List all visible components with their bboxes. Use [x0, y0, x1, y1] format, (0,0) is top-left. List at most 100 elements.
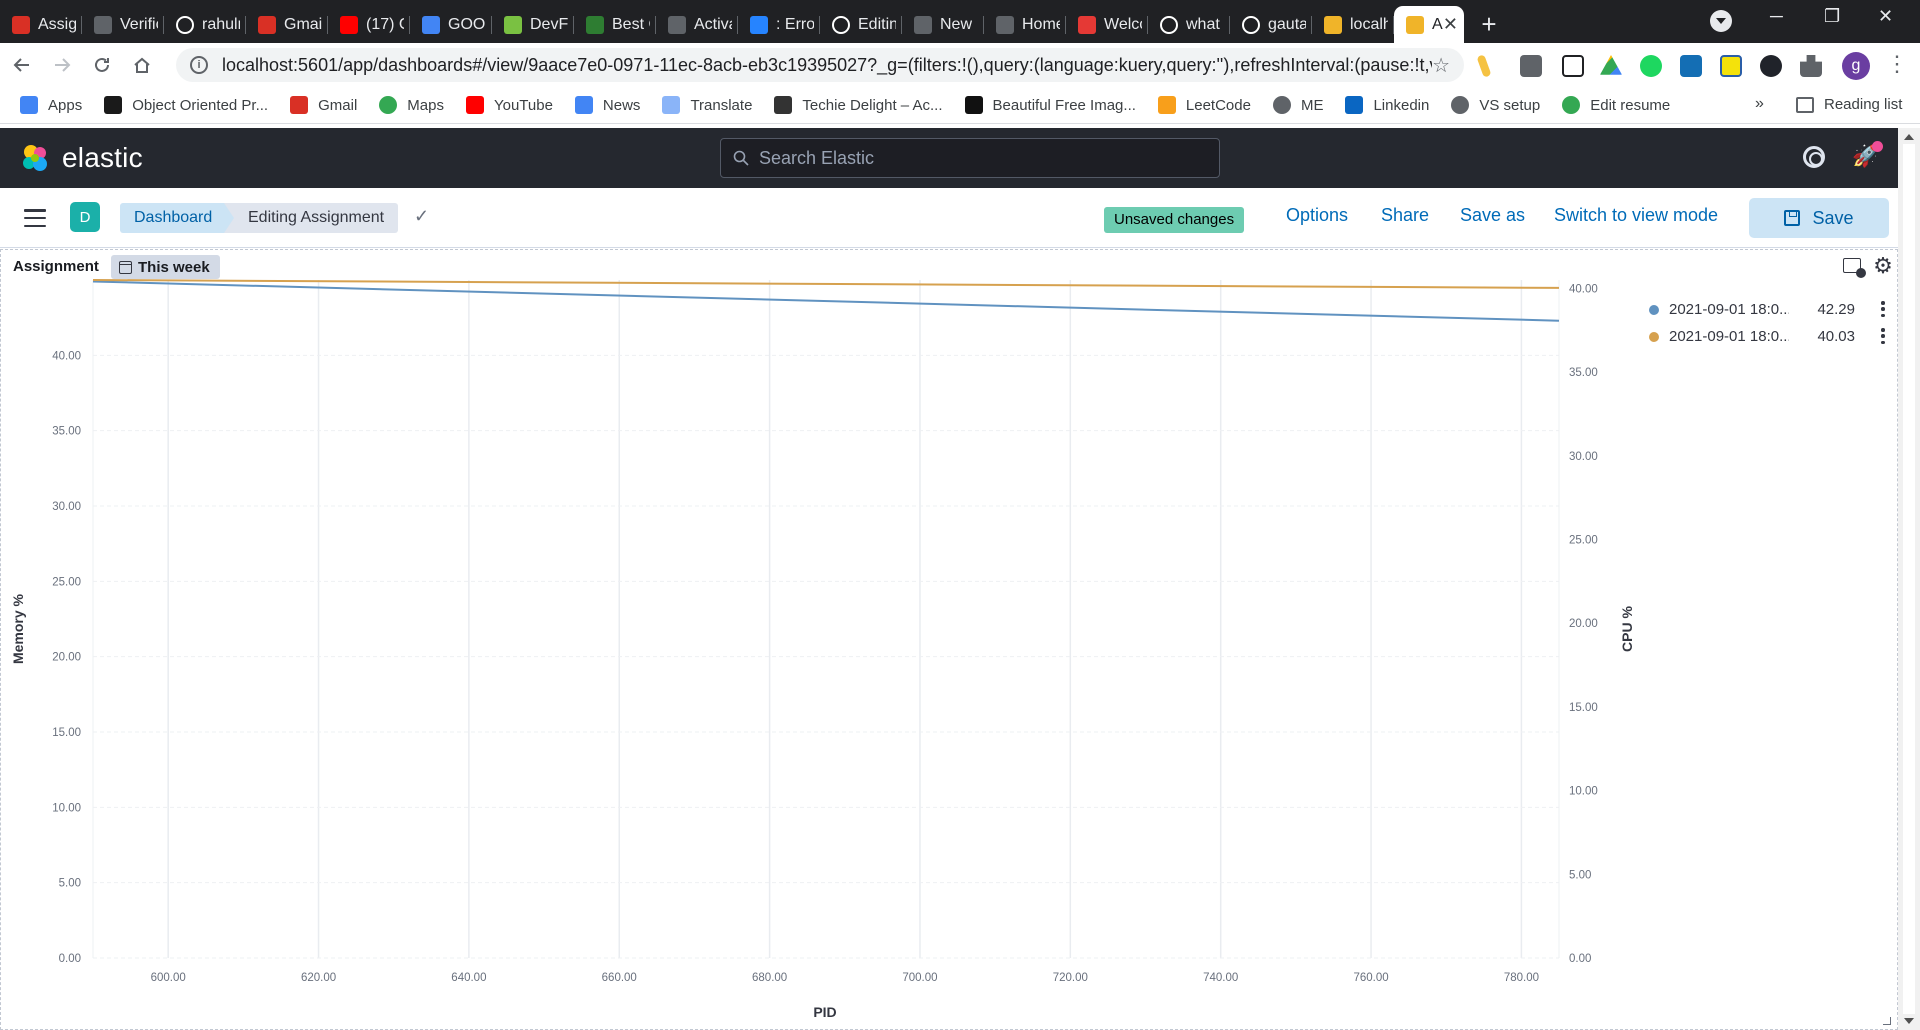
bookmark-item[interactable]: Edit resume — [1562, 96, 1670, 114]
search-input[interactable]: Search Elastic — [720, 138, 1220, 178]
extension-icon[interactable] — [1520, 55, 1542, 77]
tab-title: A — [1432, 15, 1443, 33]
browser-tab[interactable]: GOOG — [410, 6, 492, 43]
maximize-button[interactable]: ❐ — [1824, 6, 1840, 27]
page-scrollbar[interactable] — [1898, 128, 1920, 1030]
tab-list: Assign Verific rahulr Gmail (17) G GOOG DevFe B… — [0, 6, 1394, 43]
menu-icon[interactable] — [24, 209, 46, 227]
scroll-up-icon[interactable] — [1904, 134, 1914, 140]
bookmark-item[interactable]: Translate — [662, 96, 752, 114]
browser-tab[interactable]: Gmail — [246, 6, 328, 43]
tab-active[interactable]: A ✕ — [1394, 6, 1464, 43]
scroll-down-icon[interactable] — [1904, 1018, 1914, 1024]
legend-item[interactable]: 2021-09-01 18:0... 40.03 — [1647, 323, 1887, 350]
inspect-icon[interactable] — [1843, 258, 1866, 278]
legend-item[interactable]: 2021-09-01 18:0... 42.29 — [1647, 296, 1887, 323]
bookmark-label: Techie Delight – Ac... — [802, 96, 943, 114]
more-vert-icon[interactable]: ⋮ — [1886, 51, 1908, 77]
browser-tab[interactable]: what — [1148, 6, 1230, 43]
browser-tab[interactable]: Verific — [82, 6, 164, 43]
y-right-tick-label: 5.00 — [1569, 869, 1591, 881]
browser-tab[interactable]: : Error — [738, 6, 820, 43]
puzzle-icon[interactable] — [1800, 55, 1822, 77]
options-button[interactable]: Options — [1286, 205, 1348, 226]
save-button[interactable]: Save — [1749, 198, 1889, 238]
maps-pin-icon — [379, 96, 398, 114]
bookmark-item[interactable]: VS setup — [1451, 96, 1540, 114]
bookmark-label: Apps — [48, 96, 83, 114]
switch-to-view-mode-button[interactable]: Switch to view mode — [1554, 205, 1718, 226]
tab-title: what — [1186, 15, 1220, 33]
bookmark-item[interactable]: LeetCode — [1157, 96, 1251, 114]
browser-tab[interactable]: localh — [1312, 6, 1394, 43]
profile-avatar[interactable]: g — [1842, 52, 1870, 80]
browser-tab[interactable]: (17) G — [328, 6, 410, 43]
x-tick-label: 640.00 — [451, 972, 486, 984]
browser-tab[interactable]: Assign — [0, 6, 82, 43]
leaf-icon — [1562, 96, 1581, 114]
bookmark-item[interactable]: Object Oriented Pr... — [104, 96, 268, 114]
home-button[interactable] — [124, 47, 160, 83]
bookmark-item[interactable]: ME — [1272, 96, 1323, 114]
check-icon[interactable]: ✓ — [414, 206, 429, 227]
resize-handle[interactable] — [1883, 1017, 1891, 1025]
minimize-button[interactable]: ─ — [1770, 6, 1783, 27]
react-devtools-icon[interactable] — [1760, 55, 1782, 77]
back-button[interactable] — [4, 47, 40, 83]
new-tab-button[interactable]: + — [1464, 6, 1514, 43]
browser-tab[interactable]: Best C — [574, 6, 656, 43]
bookmark-item[interactable]: Maps — [379, 96, 444, 114]
amazon-icon[interactable] — [1680, 55, 1702, 77]
browser-tab[interactable]: Editin — [820, 6, 902, 43]
bookmark-label: Maps — [407, 96, 444, 114]
pencil-extension-icon[interactable] — [1476, 54, 1492, 78]
space-avatar[interactable]: D — [70, 202, 100, 232]
browser-tab[interactable]: rahulr — [164, 6, 246, 43]
elastic-logo[interactable]: elastic — [20, 142, 143, 174]
bookmark-item[interactable]: Gmail — [290, 96, 357, 114]
spotify-icon[interactable] — [1640, 55, 1662, 77]
bookmark-item[interactable]: Beautiful Free Imag... — [964, 96, 1136, 114]
window-close-button[interactable]: ✕ — [1878, 6, 1893, 27]
tab-title: Best C — [612, 15, 650, 33]
reading-list-button[interactable]: Reading list — [1796, 96, 1902, 113]
reading-list-icon — [1796, 96, 1814, 113]
url-text[interactable]: localhost:5601/app/dashboards#/view/9aac… — [222, 55, 1432, 76]
browser-tab[interactable]: DevFe — [492, 6, 574, 43]
browser-tab[interactable]: gauta — [1230, 6, 1312, 43]
window-extension-icon[interactable] — [1562, 55, 1584, 77]
drive-icon[interactable] — [1600, 55, 1622, 75]
bookmark-item[interactable]: News — [574, 96, 640, 114]
bookmark-item[interactable]: Apps — [20, 96, 82, 114]
time-range-badge[interactable]: This week — [111, 255, 220, 279]
bookmark-star-icon[interactable]: ☆ — [1432, 53, 1450, 78]
tab-search-button[interactable] — [1710, 10, 1732, 32]
browser-tab[interactable]: Welco — [1066, 6, 1148, 43]
save-label: Save — [1812, 207, 1854, 228]
newsfeed-icon[interactable]: 🚀 — [1852, 141, 1884, 169]
calendar-icon — [119, 260, 132, 274]
legend-item-menu-icon[interactable] — [1881, 328, 1885, 344]
browser-tab[interactable]: Home — [984, 6, 1066, 43]
flipkart-icon[interactable] — [1720, 55, 1742, 77]
address-bar[interactable]: i localhost:5601/app/dashboards#/view/9a… — [176, 48, 1464, 82]
help-icon[interactable] — [1803, 146, 1825, 168]
bookmarks-overflow-button[interactable]: » — [1755, 95, 1764, 113]
scrollbar-thumb[interactable] — [1903, 144, 1915, 1014]
breadcrumb-dashboard[interactable]: Dashboard — [120, 203, 238, 233]
site-info-icon[interactable]: i — [190, 56, 208, 74]
reload-button[interactable] — [84, 47, 120, 83]
gear-icon[interactable]: ⚙ — [1871, 255, 1895, 279]
browser-tab[interactable]: New — [902, 6, 984, 43]
save-as-button[interactable]: Save as — [1460, 205, 1525, 226]
browser-tab[interactable]: Activa — [656, 6, 738, 43]
bookmark-item[interactable]: Linkedin — [1345, 96, 1429, 114]
y-right-tick-label: 15.00 — [1569, 702, 1598, 714]
bookmark-item[interactable]: Techie Delight – Ac... — [774, 96, 943, 114]
close-icon[interactable]: ✕ — [1443, 14, 1458, 35]
legend-item-menu-icon[interactable] — [1881, 301, 1885, 317]
bookmark-item[interactable]: YouTube — [465, 96, 553, 114]
forward-button[interactable] — [44, 47, 80, 83]
search-placeholder: Search Elastic — [759, 147, 875, 168]
share-button[interactable]: Share — [1381, 205, 1429, 226]
